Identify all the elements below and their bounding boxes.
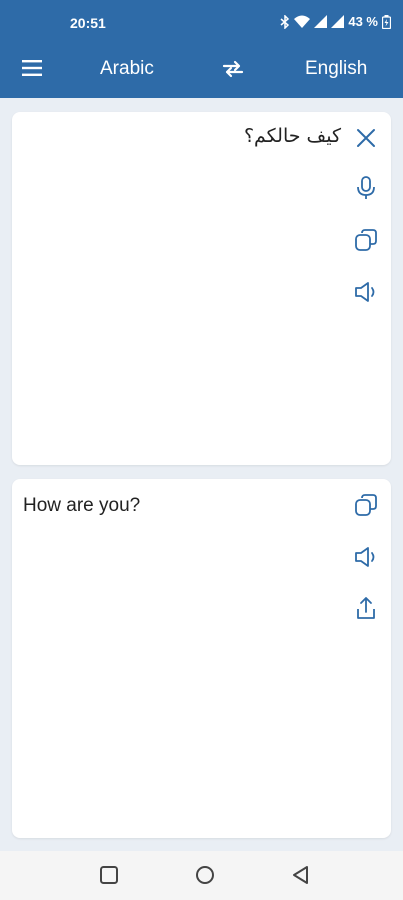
wifi-icon: [294, 15, 311, 28]
recents-icon: [100, 866, 118, 884]
speaker-icon: [355, 547, 375, 567]
share-icon: [357, 597, 375, 619]
status-icons: 43 %: [280, 14, 391, 29]
speak-output-button[interactable]: [353, 544, 379, 570]
share-button[interactable]: [353, 595, 379, 621]
copy-input-button[interactable]: [353, 227, 379, 253]
back-button[interactable]: [290, 864, 312, 886]
speak-input-button[interactable]: [353, 279, 379, 305]
system-navigation-bar: [0, 851, 403, 900]
menu-button[interactable]: [20, 56, 44, 80]
copy-output-button[interactable]: [353, 492, 379, 518]
battery-icon: [382, 14, 391, 29]
translated-text: How are you?: [23, 495, 141, 516]
battery-percent: 43 %: [348, 14, 378, 29]
input-text-field[interactable]: كيف حالكم؟: [244, 125, 341, 147]
input-card: كيف حالكم؟: [12, 112, 391, 465]
copy-icon: [355, 229, 377, 251]
menu-icon: [22, 60, 42, 76]
speaker-icon: [355, 282, 375, 302]
status-time: 20:51: [70, 15, 106, 31]
app-bar: Arabic English: [0, 38, 403, 98]
swap-languages-button[interactable]: [221, 57, 245, 81]
signal-icon: [314, 15, 328, 28]
microphone-icon: [357, 176, 375, 199]
close-icon: [357, 129, 375, 147]
signal-icon-2: [331, 15, 345, 28]
home-icon: [196, 866, 214, 884]
recents-button[interactable]: [98, 864, 120, 886]
output-card: How are you?: [12, 479, 391, 838]
copy-icon: [355, 494, 377, 516]
home-button[interactable]: [194, 864, 216, 886]
back-icon: [293, 866, 308, 884]
swap-icon: [222, 60, 244, 78]
status-bar: 20:51 43 %: [0, 0, 403, 38]
microphone-button[interactable]: [353, 175, 379, 201]
target-language-selector[interactable]: English: [305, 58, 367, 80]
clear-button[interactable]: [353, 125, 379, 151]
bluetooth-icon: [280, 14, 290, 29]
source-language-selector[interactable]: Arabic: [100, 58, 154, 80]
